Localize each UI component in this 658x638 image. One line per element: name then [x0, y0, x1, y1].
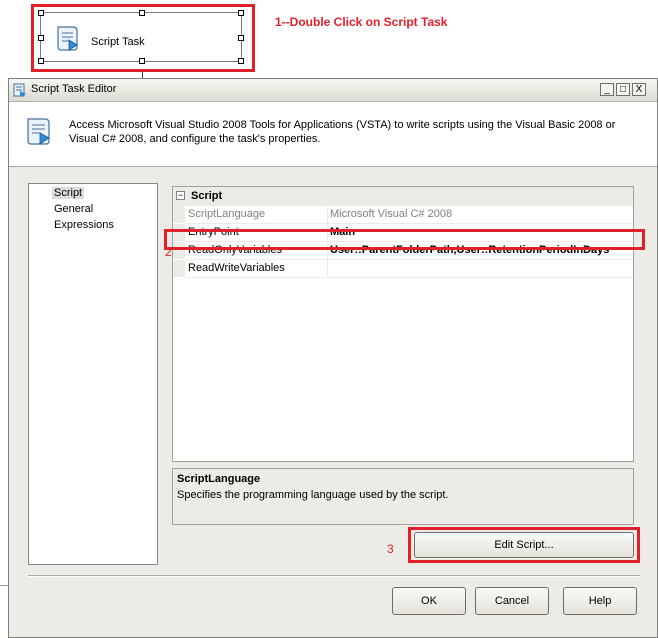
property-name: ScriptLanguage: [188, 208, 266, 220]
nav-item-script[interactable]: Script: [52, 187, 85, 199]
help-button[interactable]: Help: [563, 587, 637, 615]
nav-item-general[interactable]: General: [52, 203, 95, 215]
property-row-readwritevariables[interactable]: ReadWriteVariables: [173, 260, 633, 277]
step1-annotation: 1--Double Click on Script Task: [275, 15, 448, 29]
minimize-button[interactable]: _: [600, 83, 614, 96]
category-row: − Script: [173, 187, 633, 206]
script-task-window-icon: [13, 83, 26, 97]
cancel-button[interactable]: Cancel: [475, 587, 549, 615]
row-gutter: [173, 260, 185, 277]
property-row-scriptlanguage[interactable]: ScriptLanguage Microsoft Visual C# 2008: [173, 206, 633, 223]
script-scroll-icon: [27, 118, 50, 145]
edit-script-button[interactable]: Edit Script...: [414, 532, 634, 558]
description-text: Specifies the programming language used …: [177, 489, 449, 501]
property-name: ReadWriteVariables: [188, 262, 285, 274]
page-nav-list: Script General Expressions: [28, 183, 158, 565]
row-divider: [185, 277, 633, 278]
step3-annotation: 3: [387, 542, 394, 556]
description-title: ScriptLanguage: [177, 473, 261, 485]
dialog-description: Access Microsoft Visual Studio 2008 Tool…: [69, 119, 616, 145]
row-gutter: [173, 206, 185, 223]
dialog-header: Access Microsoft Visual Studio 2008 Tool…: [9, 102, 657, 167]
category-label: Script: [191, 190, 223, 202]
window-title: Script Task Editor: [31, 83, 117, 95]
step2-annotation: 2: [165, 245, 172, 259]
ok-button[interactable]: OK: [392, 587, 466, 615]
property-description-panel: ScriptLanguage Specifies the programming…: [172, 468, 634, 525]
script-task-editor-window: Script Task Editor _ □ X Access Microsof…: [8, 78, 658, 638]
button-separator: [28, 575, 640, 577]
close-button[interactable]: X: [632, 83, 646, 96]
property-value[interactable]: Microsoft Visual C# 2008: [330, 208, 452, 220]
property-grid: − Script ScriptLanguage Microsoft Visual…: [172, 186, 634, 462]
readonly-variables-highlight-box: [164, 229, 645, 250]
task-highlight-box: [31, 4, 255, 72]
title-bar[interactable]: Script Task Editor _ □ X: [9, 79, 657, 102]
background-line: [0, 585, 8, 586]
maximize-button[interactable]: □: [616, 83, 630, 96]
collapse-toggle-icon[interactable]: −: [176, 191, 185, 200]
nav-item-expressions[interactable]: Expressions: [52, 219, 116, 231]
